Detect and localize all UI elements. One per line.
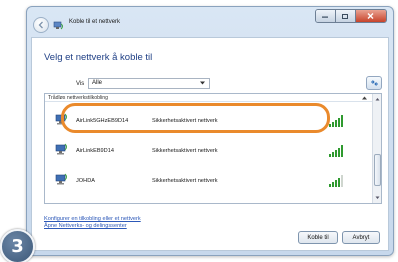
signal-strength-icon (329, 174, 345, 192)
filter-label: Vis (76, 81, 85, 87)
scroll-down-icon[interactable] (374, 194, 381, 202)
minimize-icon (322, 16, 329, 18)
maximize-icon (342, 13, 349, 19)
wireless-network-icon (55, 113, 69, 131)
back-button[interactable] (33, 17, 49, 33)
network-icon (53, 18, 65, 36)
connect-button[interactable]: Koble til (298, 231, 338, 244)
network-center-link[interactable]: Åpne Nettverks- og delingssenter (44, 223, 127, 229)
signal-strength-icon (329, 114, 345, 132)
network-security: Sikkerhetsaktivert nettverk (152, 178, 218, 184)
back-arrow-icon (38, 21, 43, 29)
window-title: Koble til et nettverk (69, 19, 121, 25)
network-row[interactable]: JOHDA Sikkerhetsaktivert nettverk (45, 168, 373, 194)
page-title: Velg et nettverk å koble til (44, 52, 153, 63)
close-icon (367, 13, 374, 19)
wireless-network-icon (55, 173, 69, 191)
cancel-button[interactable]: Avbryt (342, 231, 380, 244)
filter-selected-value: Alle (92, 80, 103, 86)
minimize-button[interactable] (316, 10, 336, 22)
list-scrollbar[interactable] (372, 94, 381, 203)
network-row[interactable]: AirLinkEB9D14 Sikkerhetsaktivert nettver… (45, 138, 373, 164)
refresh-button[interactable] (366, 76, 382, 90)
step-badge: 3 (0, 229, 35, 262)
connect-network-window: Koble til et nettverk Velg et nettverk å… (26, 6, 394, 256)
network-row[interactable]: AirLink5GHzEB9D14 Sikkerhetsaktivert net… (45, 108, 373, 134)
network-security: Sikkerhetsaktivert nettverk (152, 118, 218, 124)
refresh-icon (370, 80, 378, 86)
signal-strength-icon (329, 144, 345, 162)
chevron-down-icon (200, 81, 205, 85)
group-header[interactable]: Trådløs nettverkstilkobling (45, 94, 373, 102)
network-security: Sikkerhetsaktivert nettverk (152, 148, 218, 154)
scroll-thumb[interactable] (374, 154, 381, 186)
scroll-up-icon[interactable] (374, 95, 381, 103)
window-controls (315, 9, 387, 23)
close-button[interactable] (355, 10, 386, 22)
group-header-label: Trådløs nettverkstilkobling (48, 95, 109, 101)
network-ssid: AirLink5GHzEB9D14 (76, 118, 129, 124)
network-list: Trådløs nettverkstilkobling AirLink5GHzE… (44, 93, 382, 204)
dialog-content: Velg et nettverk å koble til Vis Alle Tr… (31, 37, 389, 251)
title-bar: Koble til et nettverk (27, 7, 393, 37)
chevron-up-icon (362, 96, 367, 100)
maximize-button[interactable] (335, 10, 356, 22)
filter-dropdown[interactable]: Alle (88, 78, 210, 89)
network-ssid: AirLinkEB9D14 (76, 148, 114, 154)
wireless-network-icon (55, 143, 69, 161)
network-ssid: JOHDA (76, 178, 95, 184)
configure-connection-link[interactable]: Konfigurer en tilkobling eller et nettve… (44, 216, 141, 222)
